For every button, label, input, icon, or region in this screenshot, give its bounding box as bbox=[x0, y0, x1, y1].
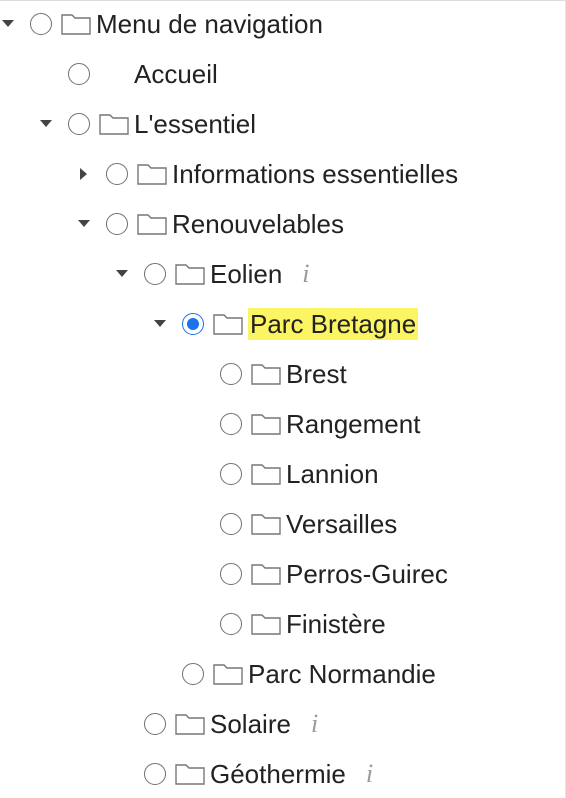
tree-node-label[interactable]: Renouvelables bbox=[172, 208, 344, 240]
caret-down-icon[interactable] bbox=[0, 16, 16, 32]
tree-node-radio[interactable] bbox=[220, 463, 242, 485]
folder-icon bbox=[137, 212, 167, 236]
tree-node-radio[interactable] bbox=[144, 713, 166, 735]
caret-down-icon[interactable] bbox=[38, 116, 54, 132]
folder-icon bbox=[251, 562, 281, 586]
tree-node-radio-selected[interactable] bbox=[182, 313, 204, 335]
tree-node-geothermie[interactable]: Géothermie i bbox=[114, 756, 373, 792]
info-icon[interactable]: i bbox=[302, 258, 309, 290]
navigation-tree: Menu de navigation Accueil L'essentiel I… bbox=[0, 0, 566, 798]
tree-node-radio[interactable] bbox=[30, 13, 52, 35]
tree-node-eolien[interactable]: Eolien i bbox=[114, 256, 310, 292]
tree-node-label[interactable]: Perros-Guirec bbox=[286, 558, 448, 590]
tree-node-lannion[interactable]: Lannion bbox=[190, 456, 379, 492]
tree-node-radio[interactable] bbox=[220, 513, 242, 535]
folder-icon bbox=[137, 162, 167, 186]
tree-node-rangement[interactable]: Rangement bbox=[190, 406, 420, 442]
folder-icon bbox=[61, 12, 91, 36]
tree-node-label[interactable]: Rangement bbox=[286, 408, 420, 440]
tree-node-renouvelables[interactable]: Renouvelables bbox=[76, 206, 344, 242]
tree-node-label[interactable]: Lannion bbox=[286, 458, 379, 490]
tree-node-radio[interactable] bbox=[68, 113, 90, 135]
tree-node-accueil[interactable]: Accueil bbox=[38, 56, 218, 92]
folder-icon bbox=[251, 462, 281, 486]
caret-down-icon[interactable] bbox=[114, 266, 130, 282]
folder-icon bbox=[251, 412, 281, 436]
caret-down-icon[interactable] bbox=[152, 316, 168, 332]
tree-node-label[interactable]: Informations essentielles bbox=[172, 158, 458, 190]
tree-node-l-essentiel[interactable]: L'essentiel bbox=[38, 106, 256, 142]
tree-node-label[interactable]: Solaire bbox=[210, 708, 291, 740]
tree-node-parc-normandie[interactable]: Parc Normandie bbox=[152, 656, 436, 692]
tree-node-radio[interactable] bbox=[68, 63, 90, 85]
tree-node-radio[interactable] bbox=[220, 613, 242, 635]
folder-icon bbox=[175, 262, 205, 286]
folder-icon bbox=[251, 612, 281, 636]
tree-node-versailles[interactable]: Versailles bbox=[190, 506, 397, 542]
tree-node-brest[interactable]: Brest bbox=[190, 356, 347, 392]
folder-spacer bbox=[99, 62, 129, 86]
radio-dot bbox=[187, 318, 199, 330]
tree-node-radio[interactable] bbox=[144, 763, 166, 785]
tree-node-parc-bretagne[interactable]: Parc Bretagne bbox=[152, 306, 419, 342]
tree-node-label[interactable]: Menu de navigation bbox=[96, 8, 323, 40]
tree-node-label[interactable]: L'essentiel bbox=[134, 108, 256, 140]
folder-icon bbox=[213, 662, 243, 686]
tree-node-perros-guirec[interactable]: Perros-Guirec bbox=[190, 556, 448, 592]
folder-icon bbox=[251, 362, 281, 386]
tree-node-solaire[interactable]: Solaire i bbox=[114, 706, 318, 742]
folder-icon bbox=[175, 762, 205, 786]
info-icon[interactable]: i bbox=[311, 708, 318, 740]
tree-node-radio[interactable] bbox=[220, 413, 242, 435]
caret-down-icon[interactable] bbox=[76, 216, 92, 232]
tree-node-label[interactable]: Brest bbox=[286, 358, 347, 390]
tree-node-informations-essentielles[interactable]: Informations essentielles bbox=[76, 156, 458, 192]
tree-node-radio[interactable] bbox=[182, 663, 204, 685]
tree-node-menu-de-navigation[interactable]: Menu de navigation bbox=[0, 6, 323, 42]
tree-node-radio[interactable] bbox=[220, 563, 242, 585]
caret-right-icon[interactable] bbox=[76, 166, 92, 182]
folder-icon bbox=[251, 512, 281, 536]
info-icon[interactable]: i bbox=[366, 758, 373, 790]
tree-node-finistere[interactable]: Finistère bbox=[190, 606, 386, 642]
tree-node-label[interactable]: Eolien bbox=[210, 258, 282, 290]
tree-node-label[interactable]: Parc Normandie bbox=[248, 658, 436, 690]
tree-node-radio[interactable] bbox=[144, 263, 166, 285]
tree-node-label-highlighted[interactable]: Parc Bretagne bbox=[248, 308, 419, 340]
tree-node-label[interactable]: Accueil bbox=[134, 58, 218, 90]
tree-node-radio[interactable] bbox=[220, 363, 242, 385]
folder-icon bbox=[175, 712, 205, 736]
tree-node-label[interactable]: Finistère bbox=[286, 608, 386, 640]
folder-icon bbox=[213, 312, 243, 336]
tree-node-label[interactable]: Géothermie bbox=[210, 758, 346, 790]
tree-node-label[interactable]: Versailles bbox=[286, 508, 397, 540]
folder-icon bbox=[99, 112, 129, 136]
tree-node-radio[interactable] bbox=[106, 163, 128, 185]
tree-node-radio[interactable] bbox=[106, 213, 128, 235]
